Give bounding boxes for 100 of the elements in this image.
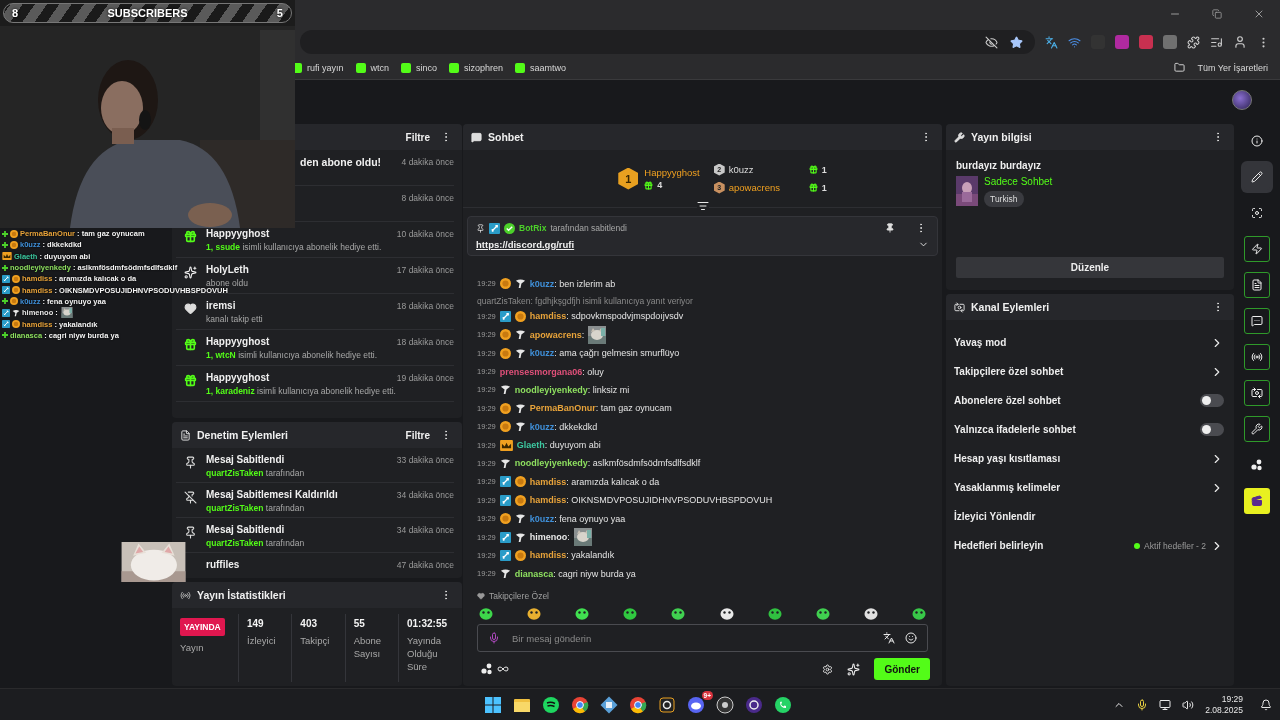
event-text: kanalı takip etti	[206, 314, 264, 324]
chat-message: dianasca: cagri niyw burda ya	[514, 568, 636, 579]
app-icon[interactable]	[745, 695, 763, 714]
pencil-icon	[1251, 171, 1263, 183]
avatar[interactable]	[1232, 90, 1252, 110]
browser-icon[interactable]	[629, 695, 647, 714]
event-text: den abone oldu!	[300, 156, 383, 168]
coin-badge-icon	[499, 278, 511, 290]
puzzle-icon[interactable]	[1187, 35, 1200, 49]
toggle-switch[interactable]	[1200, 423, 1224, 436]
pin-icon[interactable]	[885, 223, 895, 233]
translate-icon[interactable]	[883, 632, 895, 644]
message-field[interactable]: Bir mesaj gönderin	[510, 631, 873, 645]
emote-icon[interactable]	[527, 607, 542, 620]
gift-count: 4	[657, 180, 663, 190]
event-time: 18 dakika önce	[396, 336, 454, 347]
camera-switch-button[interactable]	[1244, 380, 1270, 406]
emote-icon[interactable]	[479, 607, 493, 620]
heart-icon	[183, 302, 197, 315]
network-icon[interactable]	[1159, 698, 1172, 711]
chat-bubble-button[interactable]	[1244, 308, 1270, 334]
filter-button[interactable]: Filtre	[401, 429, 434, 441]
event-time: 17 dakika önce	[396, 264, 454, 275]
lightning-button[interactable]	[1244, 236, 1270, 262]
clock-time[interactable]: 19:29	[1221, 694, 1243, 704]
windows-icon[interactable]	[484, 695, 502, 714]
chat-app-icon[interactable]	[687, 695, 705, 714]
sword-badge-icon	[2, 286, 10, 295]
music-app-icon[interactable]	[542, 695, 560, 714]
emote-icon[interactable]	[623, 607, 638, 620]
bookmark[interactable]: sizophren	[449, 62, 504, 73]
event-time: 19 dakika önce	[396, 372, 454, 383]
app-icon[interactable]	[658, 695, 676, 714]
star-icon[interactable]	[1010, 35, 1023, 49]
all-bookmarks-link[interactable]: Tüm Yer İşaretleri	[1197, 62, 1268, 73]
profile-icon[interactable]	[1233, 35, 1247, 49]
close-icon[interactable]	[1253, 8, 1265, 20]
discord-link[interactable]: https://discord.gg/rufi	[476, 239, 575, 250]
stat-value: 149	[247, 618, 265, 629]
recorder-icon[interactable]	[716, 695, 734, 714]
panel-title: Yayın İstatistikleri	[197, 589, 286, 601]
eye-off-icon[interactable]	[985, 35, 998, 49]
browser-icon[interactable]	[571, 695, 589, 714]
chat-icon	[471, 131, 482, 143]
sparkle-icon[interactable]	[847, 662, 861, 676]
status-dot	[1134, 542, 1141, 549]
settings-icon[interactable]	[822, 663, 834, 675]
emote-icon[interactable]	[671, 607, 686, 620]
mic-icon[interactable]	[1136, 698, 1149, 711]
chat-message: noodleyiyenkedy: aslkmfösdmfsödmfsdlfsdklf	[514, 458, 701, 469]
gift-icon	[808, 183, 818, 192]
pin-off-icon	[183, 491, 197, 504]
signal-icon[interactable]	[1068, 35, 1081, 49]
plus-badge-icon	[2, 298, 8, 305]
volume-icon[interactable]	[1182, 698, 1195, 711]
filter-button[interactable]: Filtre	[401, 131, 434, 143]
event-title: Mesaj Sabitlemesi Kaldırıldı	[206, 489, 339, 500]
event-text: 1, karadeniz isimli kullanıcıya abonelik hediye etti.	[206, 386, 397, 396]
bookmark[interactable]: saamtwo	[515, 62, 567, 73]
document-button[interactable]	[1244, 272, 1270, 298]
message-box[interactable]: Bir mesaj gönderin	[477, 624, 928, 652]
infinity-icon[interactable]	[497, 663, 509, 675]
emoji-icon[interactable]	[905, 632, 917, 644]
clapperboard-button[interactable]	[1244, 488, 1270, 514]
bell-icon[interactable]	[1260, 698, 1272, 711]
category-link[interactable]: Sadece Sohbet	[984, 176, 1053, 187]
event-text: quartZisTaken tarafından	[206, 503, 306, 513]
coin-badge-icon	[499, 347, 511, 359]
stream-title: burdayız burdayız	[956, 160, 1042, 171]
bookmark[interactable]: sinco	[401, 62, 438, 73]
coin-badge-icon	[499, 402, 511, 414]
edit-button[interactable]: Düzenle	[956, 257, 1224, 278]
send-button[interactable]: Gönder	[874, 658, 930, 680]
subscriber-count: 8	[12, 7, 19, 19]
toggle-switch[interactable]	[1200, 394, 1224, 407]
pencil-button[interactable]	[1244, 164, 1270, 190]
emote-icon[interactable]	[863, 607, 878, 620]
event-title: HolyLeth	[206, 264, 250, 275]
event-title: Mesaj Sabitlendi	[206, 524, 286, 535]
emote-icon[interactable]	[815, 607, 830, 620]
heart-icon	[477, 592, 485, 600]
event-time: 33 dakika önce	[396, 454, 454, 465]
emote-icon[interactable]	[767, 607, 782, 620]
emote-icon[interactable]	[719, 607, 734, 620]
emote-icon[interactable]	[912, 607, 926, 620]
event-time: 47 dakika önce	[396, 559, 454, 570]
broadcast-button[interactable]	[1244, 344, 1270, 370]
event-time: 18 dakika önce	[396, 300, 454, 311]
coin-badge-icon	[499, 329, 511, 341]
emote-icon[interactable]	[575, 607, 590, 620]
restore-icon[interactable]	[1212, 9, 1222, 19]
wrench-button[interactable]	[1244, 416, 1270, 442]
pinned-by-user: BotRix	[519, 223, 547, 233]
camera-switch-icon	[1251, 387, 1263, 399]
chat-message: apowacrens:	[529, 329, 585, 340]
phone-app-icon[interactable]	[774, 695, 792, 714]
event-text: quartZisTaken tarafından	[206, 468, 306, 478]
media-icon[interactable]	[1210, 35, 1223, 49]
bookmark[interactable]: wtcn	[355, 62, 390, 73]
clock-date[interactable]: 2.08.2025	[1205, 705, 1243, 715]
